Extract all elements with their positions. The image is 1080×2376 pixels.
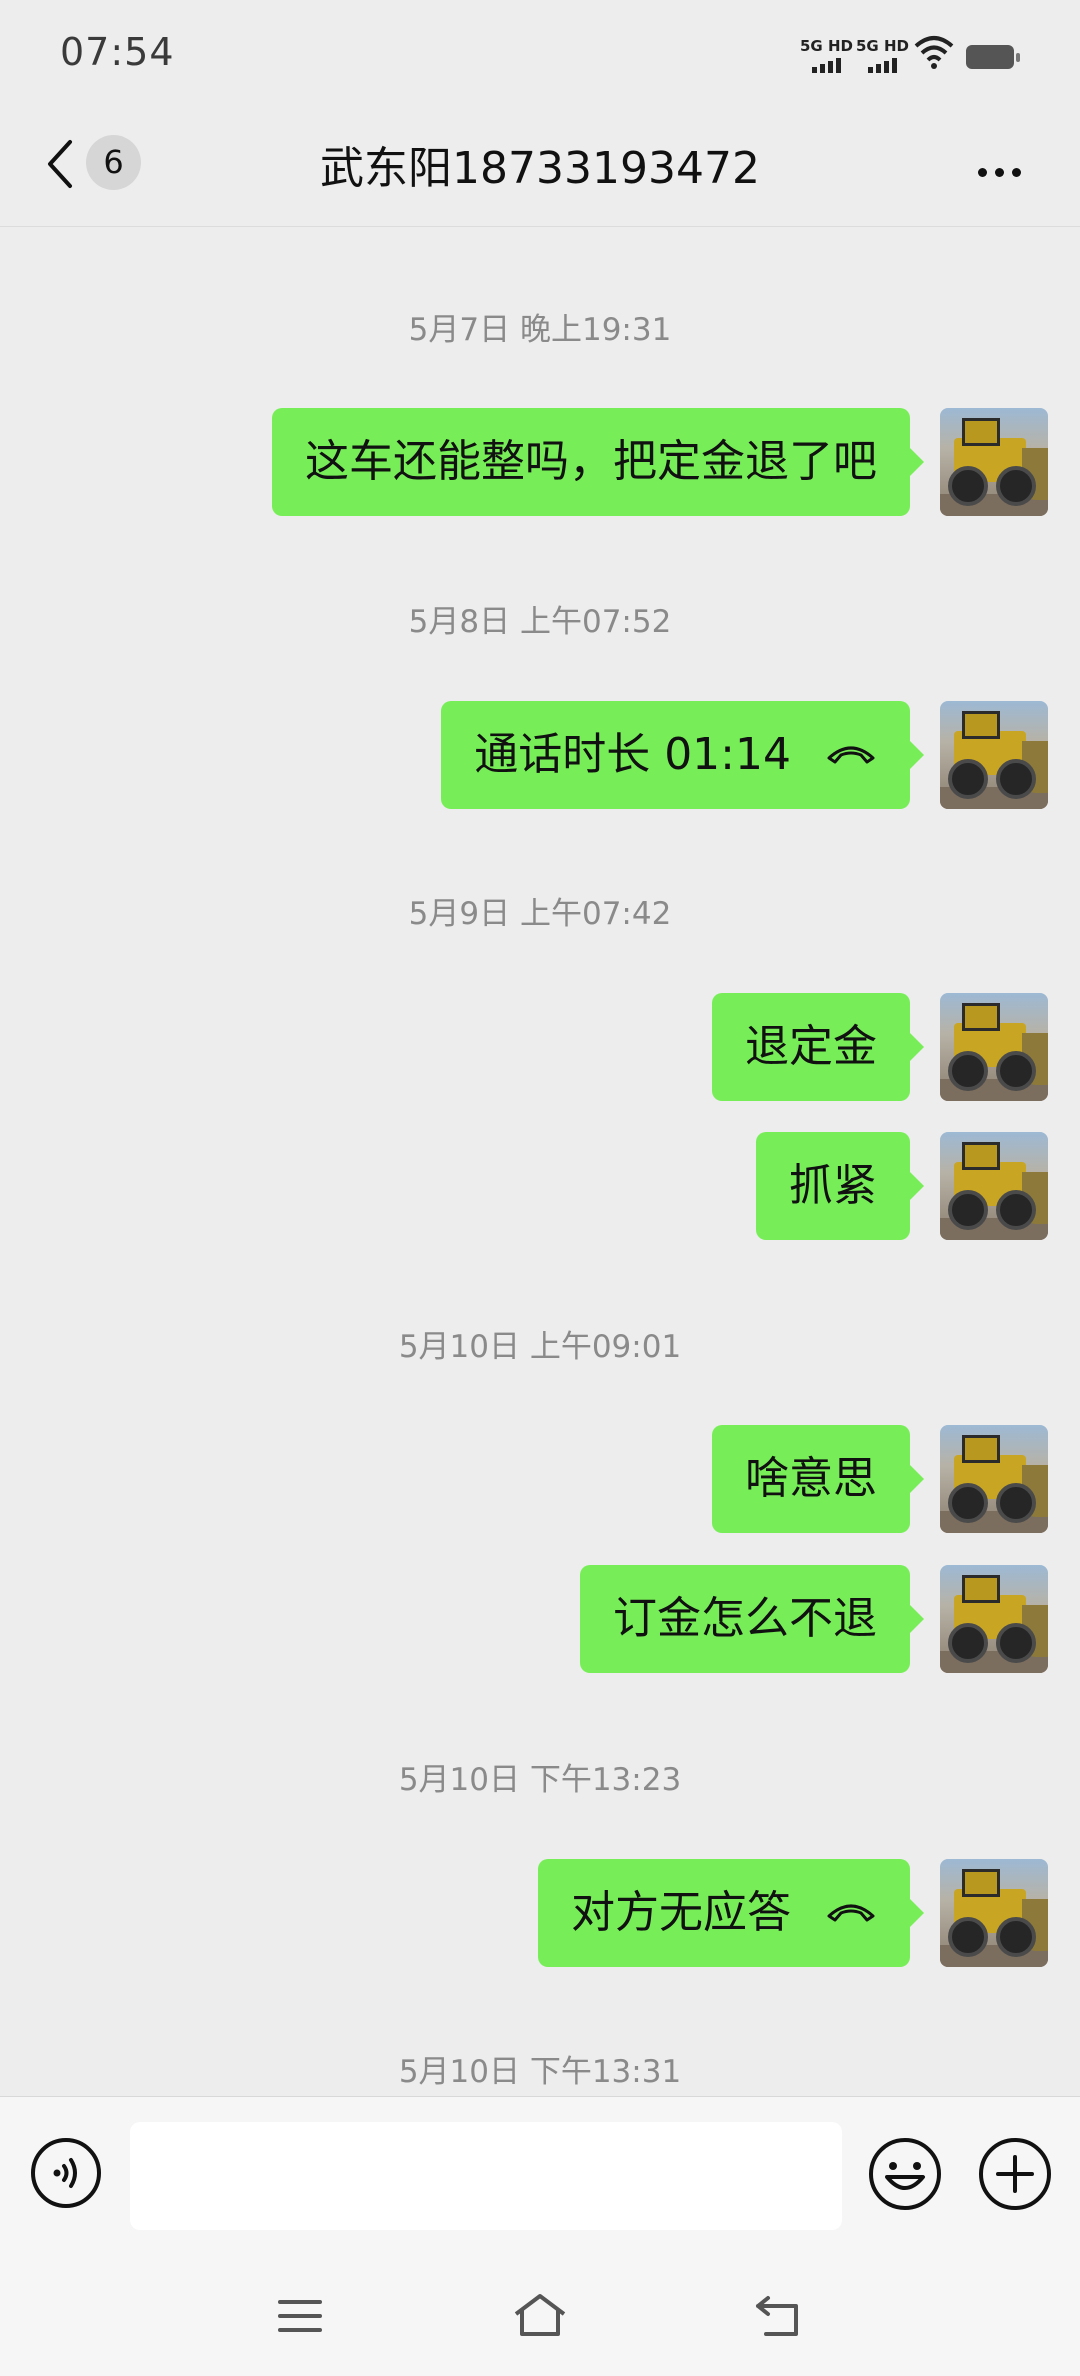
signal-sim1: 5G HD: [800, 38, 853, 73]
message-bubble[interactable]: 啥意思: [712, 1425, 924, 1533]
message-row: 抓紧: [0, 1132, 1080, 1240]
call-record-bubble[interactable]: 通话时长 01:14: [441, 701, 924, 809]
message-text: 啥意思: [745, 1453, 877, 1504]
call-record-bubble[interactable]: 对方无应答: [538, 1859, 924, 1967]
home-icon[interactable]: [510, 2290, 570, 2342]
status-time: 07:54: [60, 30, 175, 74]
message-input[interactable]: [130, 2122, 842, 2230]
avatar[interactable]: [940, 701, 1048, 809]
avatar[interactable]: [940, 1565, 1048, 1673]
avatar[interactable]: [940, 1859, 1048, 1967]
more-dots-icon[interactable]: [978, 162, 1029, 181]
message-row: 啥意思: [0, 1425, 1080, 1533]
message-row: 通话时长 01:14: [0, 701, 1080, 809]
message-text: 抓紧: [789, 1160, 877, 1211]
chat-title: 武东阳18733193472: [320, 143, 760, 194]
avatar[interactable]: [940, 993, 1048, 1101]
battery-icon: [966, 45, 1020, 69]
phone-hangup-icon: [827, 746, 875, 764]
call-duration-text: 通话时长 01:14: [474, 729, 791, 780]
message-timestamp: 5月9日 上午07:42: [408, 896, 672, 932]
signal-sim2: 5G HD: [856, 38, 909, 73]
signal-bars-icon: [812, 58, 853, 73]
call-status-text: 对方无应答: [571, 1887, 791, 1938]
message-timestamp: 5月10日 上午09:01: [398, 1329, 682, 1365]
chat-header: 6 武东阳18733193472: [0, 110, 1080, 227]
message-row: 这车还能整吗，把定金退了吧: [0, 408, 1080, 516]
wifi-icon: [914, 36, 954, 69]
signal-sim2-label: 5G HD: [856, 37, 909, 55]
status-bar: 07:54 5G HD 5G HD: [0, 0, 1080, 110]
message-timestamp: 5月7日 晚上19:31: [408, 312, 672, 348]
message-list[interactable]: 5月7日 晚上19:31 这车还能整吗，把定金退了吧 5月8日 上午07:52 …: [0, 226, 1080, 2096]
message-timestamp: 5月8日 上午07:52: [408, 604, 672, 640]
input-bar: [0, 2096, 1080, 2261]
avatar[interactable]: [940, 1425, 1048, 1533]
menu-icon[interactable]: [276, 2296, 324, 2336]
message-bubble[interactable]: 抓紧: [756, 1132, 924, 1240]
message-timestamp: 5月10日 下午13:31: [398, 2054, 682, 2090]
emoji-icon[interactable]: [868, 2137, 942, 2211]
signal-bars-icon: [868, 58, 909, 73]
message-text: 订金怎么不退: [613, 1593, 877, 1644]
voice-icon[interactable]: [30, 2137, 102, 2209]
back-icon[interactable]: [752, 2292, 804, 2340]
message-row: 对方无应答: [0, 1859, 1080, 1967]
avatar[interactable]: [940, 408, 1048, 516]
signal-sim1-label: 5G HD: [800, 37, 853, 55]
avatar[interactable]: [940, 1132, 1048, 1240]
message-bubble[interactable]: 退定金: [712, 993, 924, 1101]
message-row: 订金怎么不退: [0, 1565, 1080, 1673]
plus-icon[interactable]: [978, 2137, 1052, 2211]
message-timestamp: 5月10日 下午13:23: [398, 1762, 682, 1798]
message-row: 退定金: [0, 993, 1080, 1101]
message-text: 退定金: [745, 1021, 877, 1072]
system-nav-bar: [0, 2260, 1080, 2376]
phone-hangup-icon: [827, 1904, 875, 1922]
message-bubble[interactable]: 这车还能整吗，把定金退了吧: [272, 408, 924, 516]
message-bubble[interactable]: 订金怎么不退: [580, 1565, 924, 1673]
message-text: 这车还能整吗，把定金退了吧: [305, 436, 877, 487]
